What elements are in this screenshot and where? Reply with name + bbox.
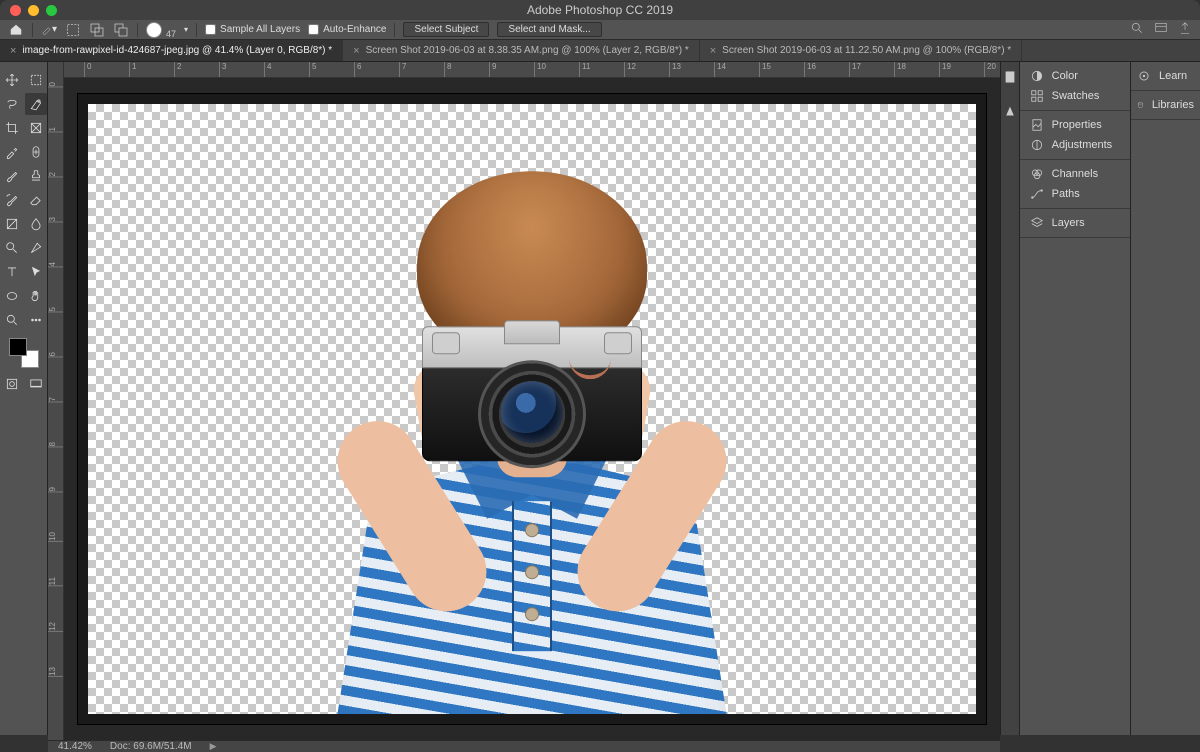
select-subject-button[interactable]: Select Subject [403, 22, 489, 37]
tools-panel [0, 62, 48, 735]
new-selection-icon[interactable] [65, 22, 81, 38]
gradient-tool-icon[interactable] [1, 213, 23, 235]
tool-preset-icon[interactable]: ▾ [41, 22, 57, 38]
document-tab[interactable]: × image-from-rawpixel-id-424687-jpeg.jpg… [0, 40, 343, 61]
frame-tool-icon[interactable] [25, 117, 47, 139]
zoom-tool-icon[interactable] [1, 309, 23, 331]
hand-tool-icon[interactable] [25, 285, 47, 307]
stamp-tool-icon[interactable] [25, 165, 47, 187]
panel-paths[interactable]: Paths [1020, 184, 1130, 204]
document-tab[interactable]: × Screen Shot 2019-06-03 at 8.38.35 AM.p… [343, 40, 700, 61]
panel-adjustments[interactable]: Adjustments [1020, 135, 1130, 155]
panel-learn[interactable]: Learn [1131, 66, 1200, 86]
history-brush-tool-icon[interactable] [1, 189, 23, 211]
path-select-tool-icon[interactable] [25, 261, 47, 283]
options-bar: ▾ 47 ▾ Sample All Layers Auto-Enhance Se… [0, 20, 1200, 40]
subtract-selection-icon[interactable] [113, 22, 129, 38]
panel-color[interactable]: Color [1020, 66, 1130, 86]
doc-size[interactable]: Doc: 69.6M/51.4M [110, 741, 192, 752]
home-icon[interactable] [8, 22, 24, 38]
right-panel-column: Color Swatches Properties Adjustments Ch… [1019, 62, 1130, 735]
status-flyout-icon[interactable]: ▶ [210, 741, 217, 752]
ruler-horizontal[interactable]: 01234567891011121314151617181920 [64, 62, 1000, 78]
eyedropper-tool-icon[interactable] [1, 141, 23, 163]
document-tab-label: Screen Shot 2019-06-03 at 8.38.35 AM.png… [366, 45, 689, 56]
document-tab-label: image-from-rawpixel-id-424687-jpeg.jpg @… [22, 45, 332, 56]
shape-tool-icon[interactable] [1, 285, 23, 307]
foreground-color-swatch[interactable] [9, 338, 27, 356]
close-tab-icon[interactable]: × [353, 45, 359, 57]
marquee-tool-icon[interactable] [25, 69, 47, 91]
type-tool-icon[interactable] [1, 261, 23, 283]
right-panel-column-2: Learn Libraries [1130, 62, 1200, 735]
collapsed-dock [1000, 62, 1019, 735]
workspace-icon[interactable] [1154, 21, 1168, 38]
canvas-artboard[interactable] [88, 104, 976, 714]
document-tab-bar: × image-from-rawpixel-id-424687-jpeg.jpg… [0, 40, 1200, 62]
quick-select-tool-icon[interactable] [25, 93, 47, 115]
subject-illustration [302, 171, 762, 714]
panel-properties[interactable]: Properties [1020, 115, 1130, 135]
color-fg-bg[interactable] [9, 338, 39, 368]
blur-tool-icon[interactable] [25, 213, 47, 235]
dodge-tool-icon[interactable] [1, 237, 23, 259]
canvas-stage[interactable] [64, 78, 1000, 740]
healing-tool-icon[interactable] [25, 141, 47, 163]
document-tab-label: Screen Shot 2019-06-03 at 11.22.50 AM.pn… [722, 45, 1011, 56]
share-icon[interactable] [1178, 21, 1192, 38]
character-dock-icon[interactable] [1003, 105, 1017, 122]
history-dock-icon[interactable] [1003, 70, 1017, 87]
panel-swatches[interactable]: Swatches [1020, 86, 1130, 106]
brush-size-label: 47 [166, 29, 176, 39]
panel-layers[interactable]: Layers [1020, 213, 1130, 233]
sample-all-layers-checkbox[interactable]: Sample All Layers [205, 24, 300, 35]
crop-tool-icon[interactable] [1, 117, 23, 139]
zoom-level[interactable]: 41.42% [58, 741, 92, 752]
eraser-tool-icon[interactable] [25, 189, 47, 211]
edit-toolbar-icon[interactable] [25, 309, 47, 331]
close-tab-icon[interactable]: × [10, 45, 16, 57]
lasso-tool-icon[interactable] [1, 93, 23, 115]
document-tab[interactable]: × Screen Shot 2019-06-03 at 11.22.50 AM.… [700, 40, 1022, 61]
auto-enhance-checkbox[interactable]: Auto-Enhance [308, 24, 386, 35]
add-selection-icon[interactable] [89, 22, 105, 38]
move-tool-icon[interactable] [1, 69, 23, 91]
ruler-vertical[interactable]: 012345678910111213 [48, 62, 64, 740]
panel-channels[interactable]: Channels [1020, 164, 1130, 184]
panel-libraries[interactable]: Libraries [1131, 95, 1200, 115]
screenmode-icon[interactable] [25, 373, 47, 395]
app-title: Adobe Photoshop CC 2019 [0, 3, 1200, 17]
window-titlebar: Adobe Photoshop CC 2019 [0, 0, 1200, 20]
status-bar: 41.42% Doc: 69.6M/51.4M ▶ [48, 740, 1000, 752]
brush-tool-icon[interactable] [1, 165, 23, 187]
brush-swatch[interactable] [146, 22, 162, 38]
pen-tool-icon[interactable] [25, 237, 47, 259]
select-and-mask-button[interactable]: Select and Mask... [497, 22, 601, 37]
close-tab-icon[interactable]: × [710, 45, 716, 57]
quickmask-icon[interactable] [1, 373, 23, 395]
search-icon[interactable] [1130, 21, 1144, 38]
